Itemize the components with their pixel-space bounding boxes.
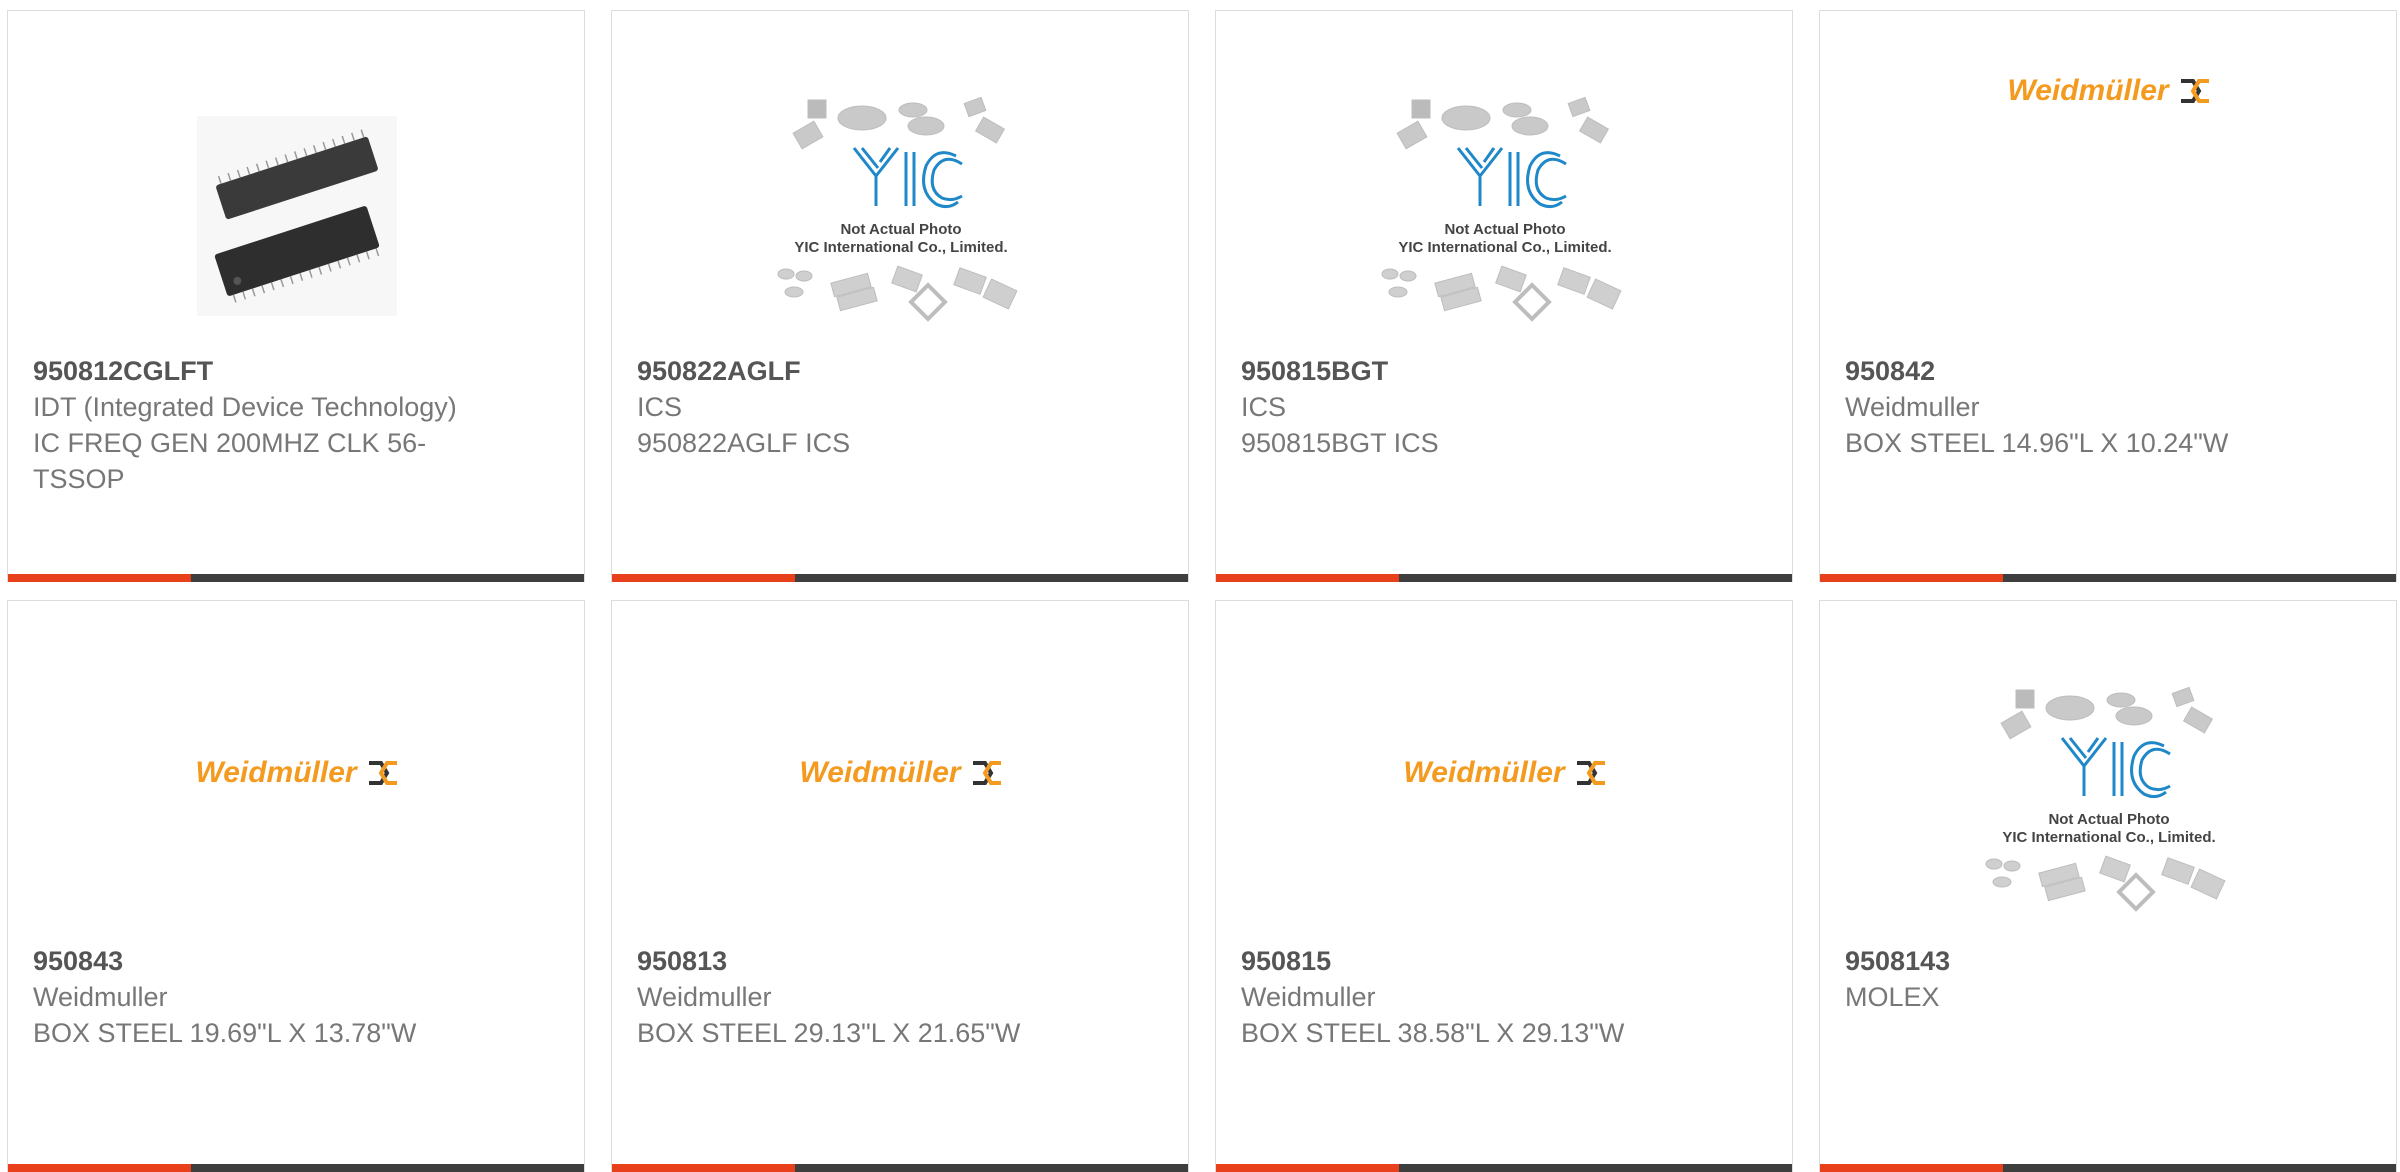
- placeholder-caption-2: YIC International Co., Limited.: [2002, 829, 2215, 846]
- manufacturer: ICS: [1241, 392, 1287, 422]
- placeholder-caption-1: Not Actual Photo: [840, 221, 961, 238]
- product-card[interactable]: Weidmüller 950815 Weidmuller BOX STEEL 3…: [1215, 600, 1793, 1172]
- product-card[interactable]: 950812CGLFT IDT (Integrated Device Techn…: [7, 10, 585, 582]
- yic-placeholder-icon: Not Actual Photo YIC International Co., …: [1985, 686, 2226, 912]
- product-card[interactable]: Not Actual Photo YIC International Co., …: [1819, 600, 2397, 1172]
- weidmuller-logo: Weidmüller: [2007, 74, 2210, 108]
- part-number[interactable]: 950813: [637, 943, 1097, 979]
- weidmuller-mark-icon: [368, 761, 397, 785]
- weidmuller-mark-icon: [1576, 761, 1605, 785]
- placeholder-caption-2: YIC International Co., Limited.: [794, 239, 1007, 256]
- part-number[interactable]: 950815BGT: [1241, 353, 1701, 389]
- product-image[interactable]: Weidmüller: [732, 723, 1070, 823]
- weidmuller-logo: Weidmüller: [195, 756, 398, 790]
- yic-placeholder-icon: Not Actual Photo YIC International Co., …: [777, 96, 1018, 322]
- description: BOX STEEL 14.96"L X 10.24"W: [1845, 428, 2229, 458]
- part-number[interactable]: 950812CGLFT: [33, 353, 493, 389]
- manufacturer: MOLEX: [1845, 982, 1940, 1012]
- part-number[interactable]: 950842: [1845, 353, 2305, 389]
- product-card[interactable]: Not Actual Photo YIC International Co., …: [1215, 10, 1793, 582]
- product-image[interactable]: Not Actual Photo YIC International Co., …: [1940, 671, 2278, 941]
- placeholder-caption-2: YIC International Co., Limited.: [1398, 239, 1611, 256]
- description: BOX STEEL 29.13"L X 21.65"W: [637, 1018, 1021, 1048]
- placeholder-caption-1: Not Actual Photo: [2048, 811, 2169, 828]
- manufacturer: IDT (Integrated Device Technology): [33, 392, 457, 422]
- product-image[interactable]: Not Actual Photo YIC International Co., …: [1336, 81, 1674, 351]
- product-image[interactable]: Weidmüller: [128, 723, 466, 823]
- product-image[interactable]: Weidmüller: [1336, 723, 1674, 823]
- weidmuller-mark-icon: [972, 761, 1001, 785]
- card-bottom-bar: [1216, 574, 1792, 582]
- card-bottom-bar: [1820, 1164, 2396, 1172]
- card-bottom-bar: [1216, 1164, 1792, 1172]
- manufacturer: Weidmuller: [637, 982, 772, 1012]
- card-bottom-bar: [1820, 574, 2396, 582]
- card-bottom-bar: [8, 1164, 584, 1172]
- placeholder-caption-1: Not Actual Photo: [1444, 221, 1565, 238]
- card-bottom-bar: [8, 574, 584, 582]
- product-image[interactable]: Not Actual Photo YIC International Co., …: [732, 81, 1070, 351]
- product-card[interactable]: Not Actual Photo YIC International Co., …: [611, 10, 1189, 582]
- product-card[interactable]: Weidmüller 950843 Weidmuller BOX STEEL 1…: [7, 600, 585, 1172]
- weidmuller-logo: Weidmüller: [1403, 756, 1606, 790]
- description: BOX STEEL 38.58"L X 29.13"W: [1241, 1018, 1625, 1048]
- description: 950822AGLF ICS: [637, 428, 851, 458]
- yic-placeholder-icon: Not Actual Photo YIC International Co., …: [1381, 96, 1622, 322]
- description: 950815BGT ICS: [1241, 428, 1439, 458]
- card-bottom-bar: [612, 1164, 1188, 1172]
- manufacturer: Weidmuller: [1845, 392, 1980, 422]
- product-card[interactable]: Weidmüller 950842 Weidmuller BOX STEEL 1…: [1819, 10, 2397, 582]
- weidmuller-mark-icon: [2180, 79, 2209, 103]
- product-image[interactable]: [128, 81, 466, 351]
- part-number[interactable]: 9508143: [1845, 943, 2305, 979]
- manufacturer: ICS: [637, 392, 683, 422]
- manufacturer: Weidmuller: [33, 982, 168, 1012]
- part-number[interactable]: 950843: [33, 943, 493, 979]
- product-image[interactable]: Weidmüller: [1940, 41, 2278, 141]
- description: BOX STEEL 19.69"L X 13.78"W: [33, 1018, 417, 1048]
- card-bottom-bar: [612, 574, 1188, 582]
- description: IC FREQ GEN 200MHZ CLK 56-TSSOP: [33, 428, 427, 494]
- product-card[interactable]: Weidmüller 950813 Weidmuller BOX STEEL 2…: [611, 600, 1189, 1172]
- manufacturer: Weidmuller: [1241, 982, 1376, 1012]
- chip-icon: [197, 116, 397, 316]
- weidmuller-logo: Weidmüller: [799, 756, 1002, 790]
- part-number[interactable]: 950815: [1241, 943, 1701, 979]
- part-number[interactable]: 950822AGLF: [637, 353, 1097, 389]
